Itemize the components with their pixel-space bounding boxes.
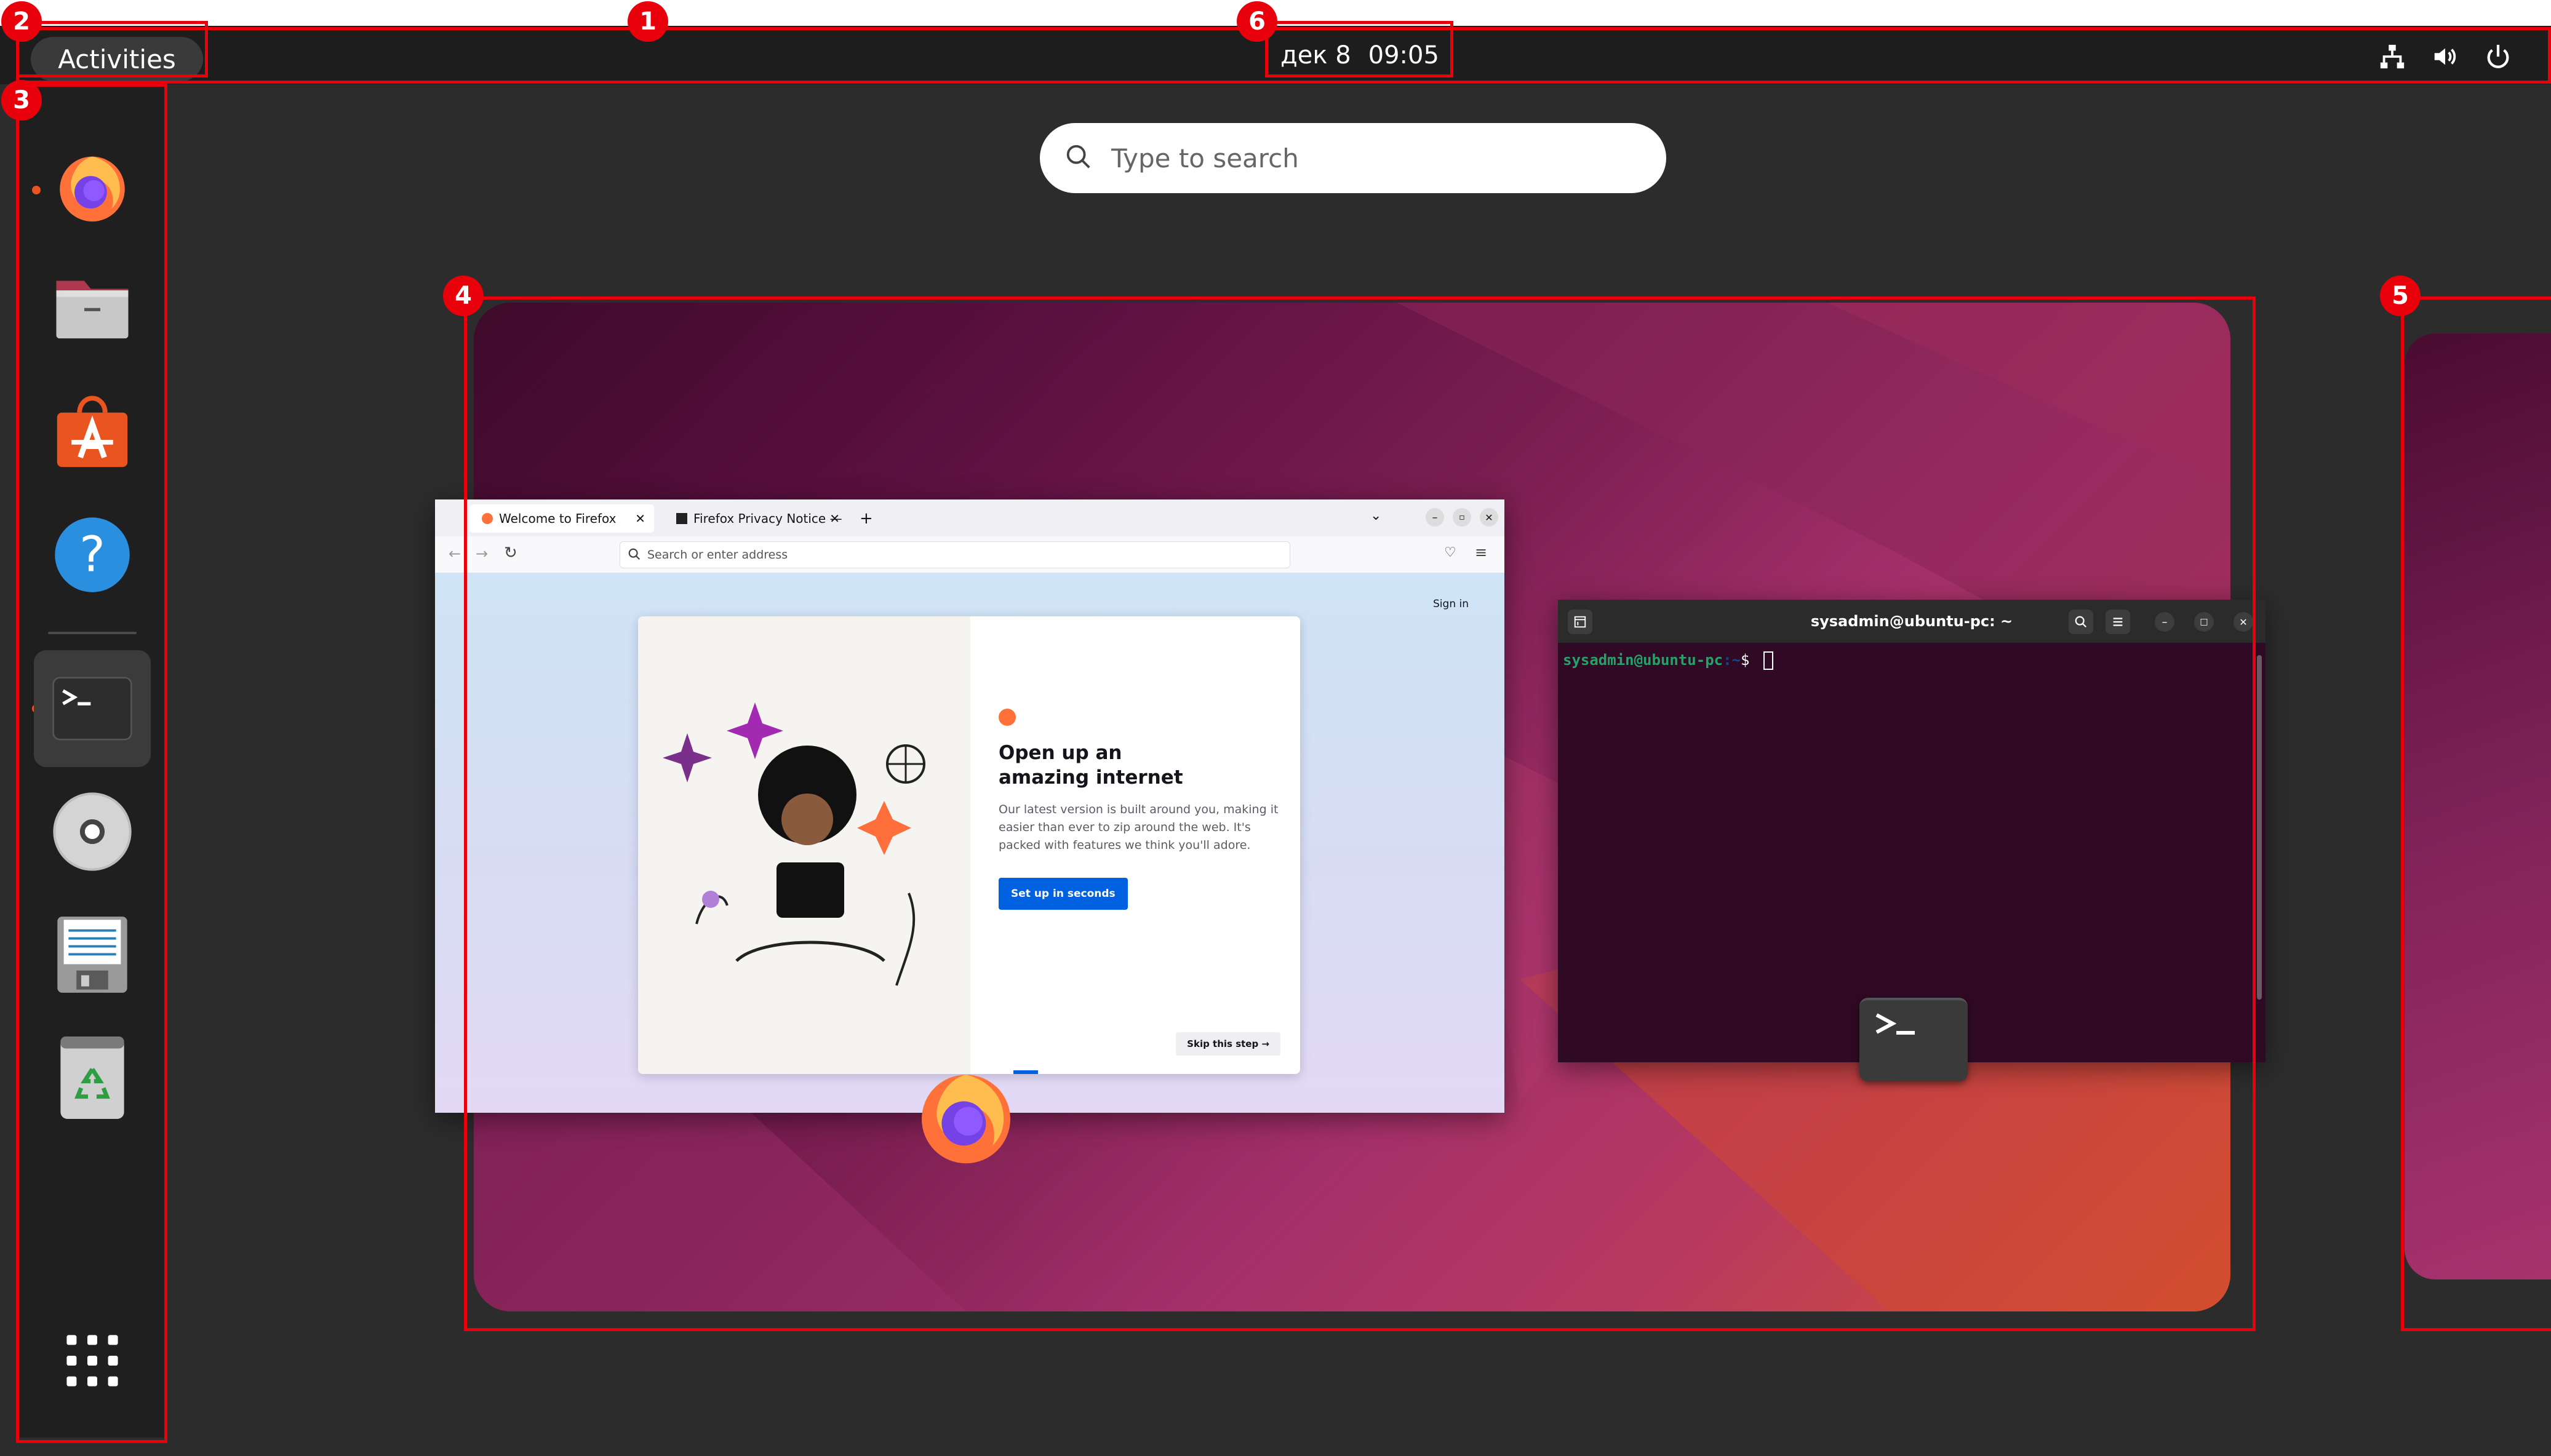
search-input[interactable]: [1111, 143, 1603, 173]
back-icon[interactable]: ←: [449, 545, 461, 562]
annotation-badge-1: 1: [628, 1, 668, 42]
annotation-box-6: [1265, 21, 1453, 78]
search-bar[interactable]: [1040, 123, 1666, 193]
search-icon: [1064, 143, 1093, 173]
annotation-badge-2: 2: [1, 1, 42, 42]
annotation-badge-3: 3: [1, 80, 42, 121]
annotation-badge-5: 5: [2380, 276, 2421, 316]
annotation-box-4: [464, 296, 2256, 1331]
annotation-box-2: [16, 21, 208, 78]
annotation-badge-6: 6: [1237, 1, 1277, 42]
annotation-badge-4: 4: [443, 276, 484, 316]
scrollbar[interactable]: [2257, 655, 2262, 1000]
annotation-box-3: [16, 84, 167, 1443]
annotation-box-5: [2401, 296, 2551, 1331]
